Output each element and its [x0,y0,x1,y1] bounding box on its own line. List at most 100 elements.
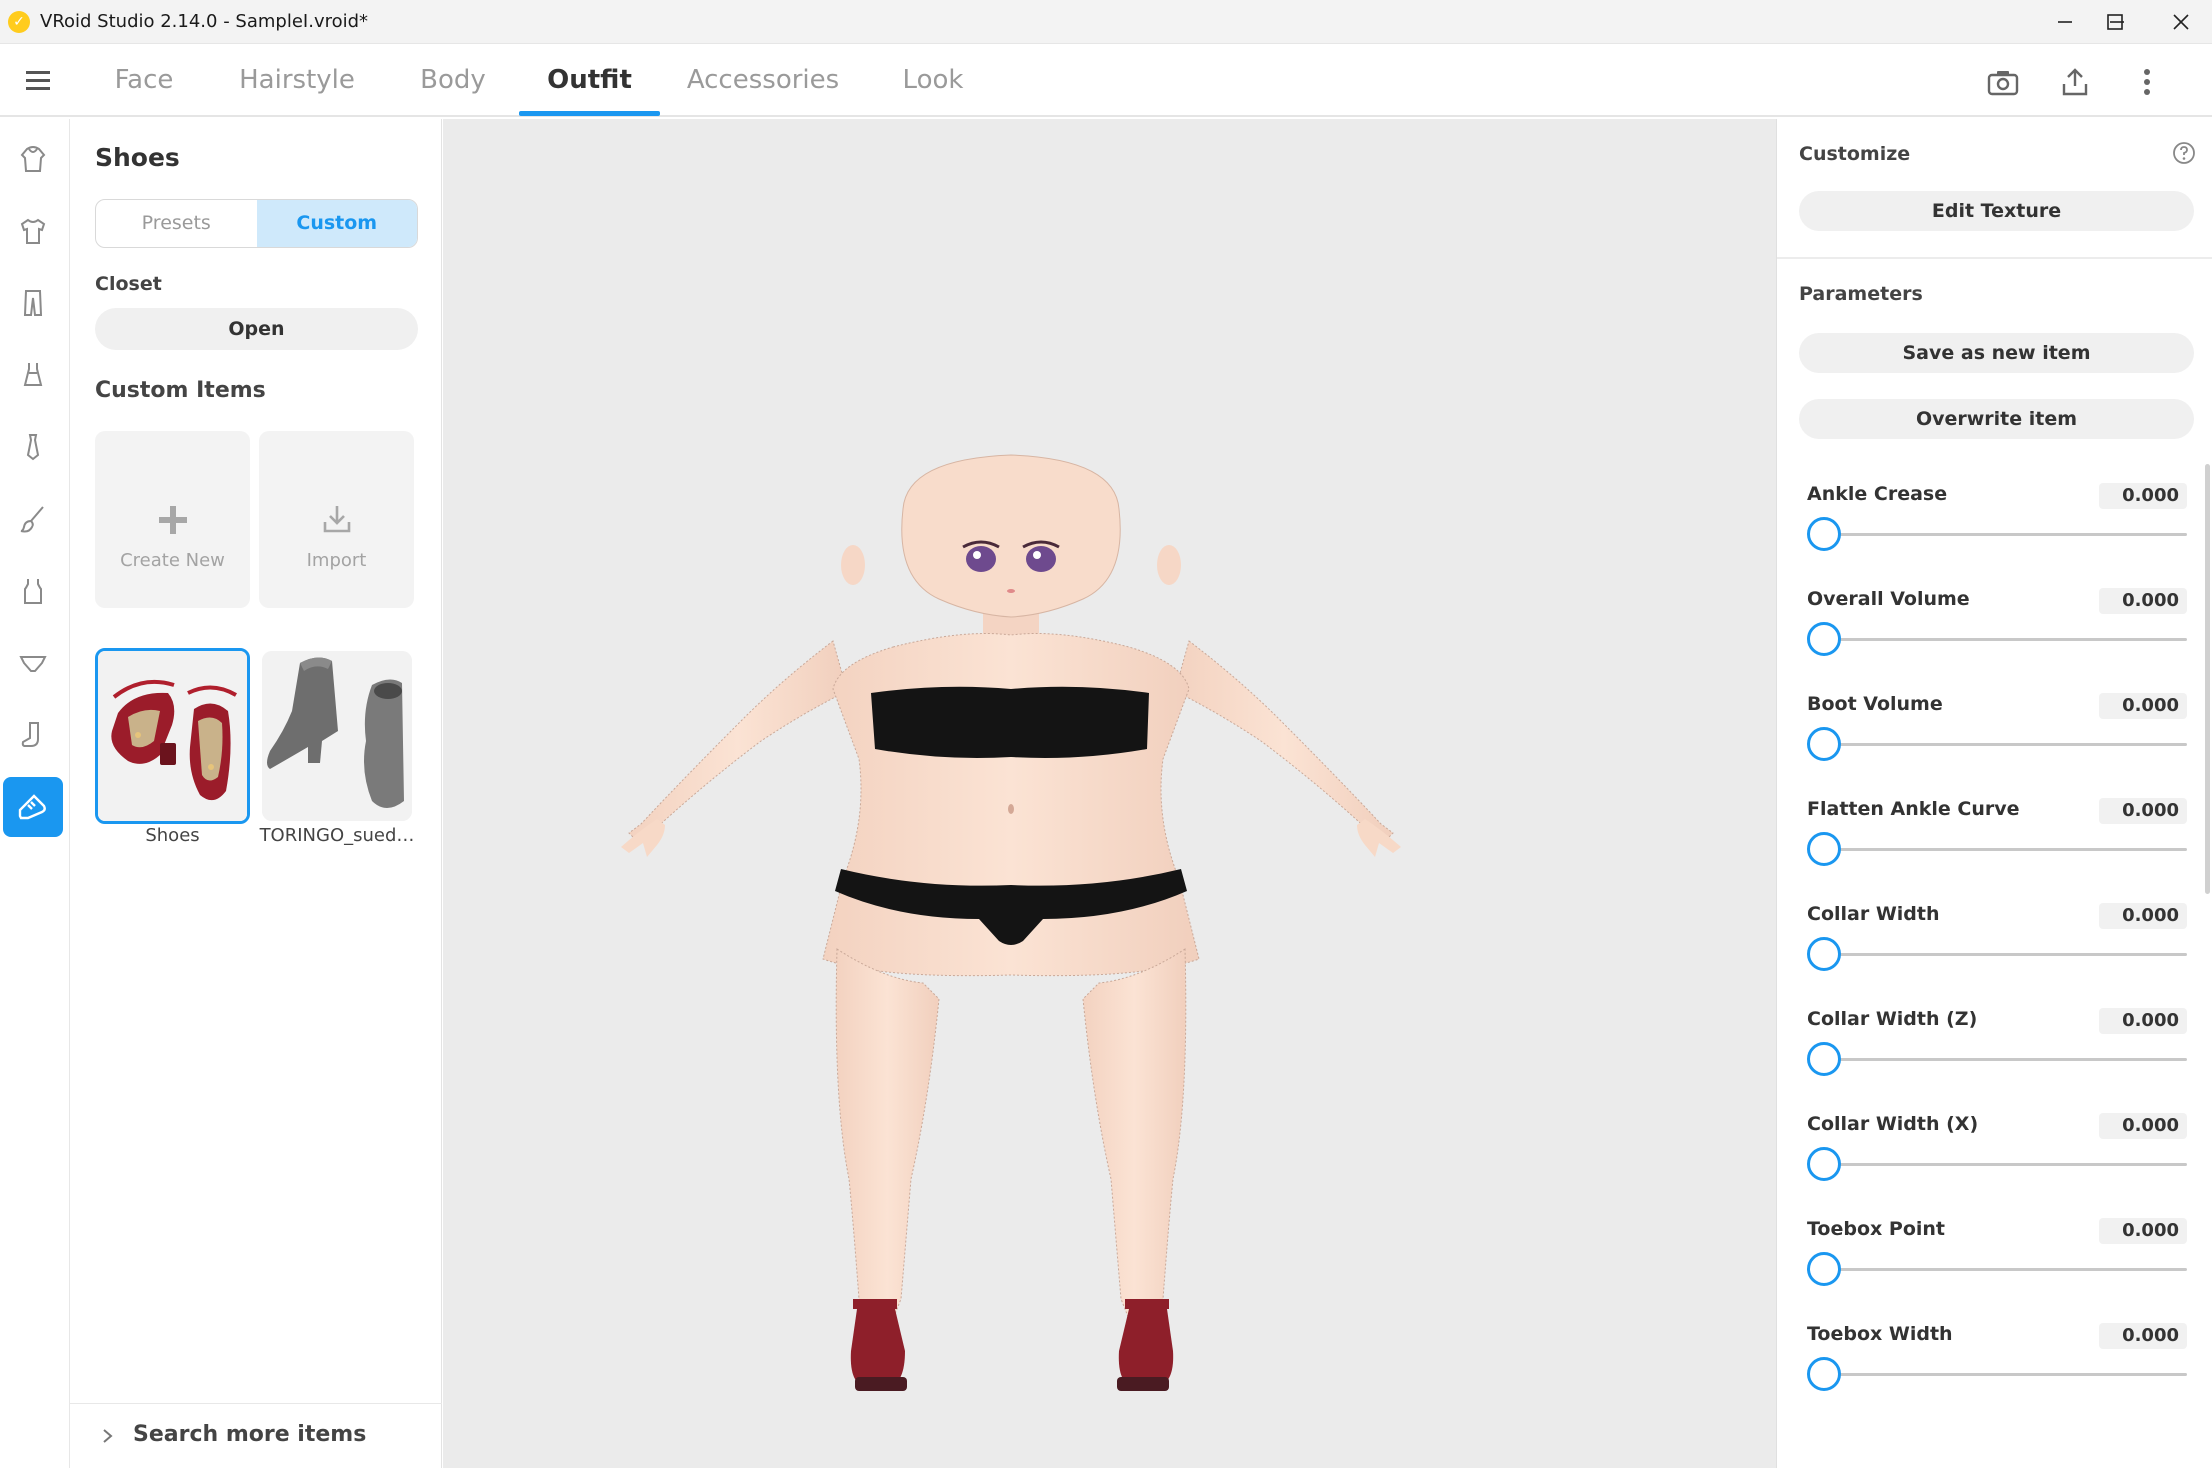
model-viewport[interactable] [443,119,1776,1468]
tshirt-icon[interactable] [3,201,63,261]
tab-look[interactable]: Look [890,44,976,117]
param-value-field[interactable]: 0.000 [2099,693,2187,719]
slider-track[interactable] [1811,1058,2187,1061]
param-value-field[interactable]: 0.000 [2099,1323,2187,1349]
grey-boot-right-image [364,679,404,808]
slider-track[interactable] [1811,1163,2187,1166]
tie-icon[interactable] [3,417,63,477]
slider-knob[interactable] [1807,1147,1841,1181]
tab-face[interactable]: Face [100,44,188,117]
slider-knob[interactable] [1807,1357,1841,1391]
param-label: Boot Volume [1807,693,1943,715]
shoes-panel: Shoes Presets Custom Closet Open Custom … [70,119,442,1468]
camera-icon[interactable] [1981,60,2025,104]
brush-icon[interactable] [3,489,63,549]
param-value-field[interactable]: 0.000 [2099,588,2187,614]
title-bar: ✓ VRoid Studio 2.14.0 - SampleI.vroid* [0,0,2212,44]
avatar-model [621,454,1401,1391]
slider-knob[interactable] [1807,622,1841,656]
slider-knob[interactable] [1807,727,1841,761]
plus-icon [95,501,250,541]
presets-tab[interactable]: Presets [96,200,257,247]
hamburger-menu-icon[interactable] [22,68,56,94]
closet-open-button[interactable]: Open [95,308,418,350]
import-icon [259,501,414,541]
panel-divider [1777,257,2212,259]
close-button[interactable] [2150,0,2212,44]
slider-track[interactable] [1811,533,2187,536]
closet-label: Closet [95,273,162,295]
param-value-field[interactable]: 0.000 [2099,798,2187,824]
param-flatten-ankle-curve: Flatten Ankle Curve 0.000 [1807,798,2187,898]
param-label: Flatten Ankle Curve [1807,798,2020,820]
save-as-new-item-button[interactable]: Save as new item [1799,333,2194,373]
param-toebox-point: Toebox Point 0.000 [1807,1218,2187,1318]
param-label: Collar Width (Z) [1807,1008,1978,1030]
tab-outfit[interactable]: Outfit [519,44,660,117]
presets-custom-toggle: Presets Custom [95,199,418,248]
maximize-button[interactable] [2080,0,2150,44]
param-label: Collar Width [1807,903,1940,925]
param-label: Toebox Width [1807,1323,1953,1345]
custom-items-title: Custom Items [95,378,266,403]
toringo-item-label: TORINGO_sued… [259,825,415,846]
underwear-icon[interactable] [3,633,63,693]
customize-label: Customize [1799,143,1911,165]
overwrite-item-button[interactable]: Overwrite item [1799,399,2194,439]
import-button[interactable]: Import [259,431,414,608]
shoe-item-label: Shoes [145,825,200,846]
panel-title: Shoes [95,143,180,172]
export-icon[interactable] [2053,60,2097,104]
toringo-item-thumbnail[interactable] [262,651,412,821]
param-value-field[interactable]: 0.000 [2099,903,2187,929]
slider-track[interactable] [1811,1373,2187,1376]
slider-track[interactable] [1811,743,2187,746]
param-label: Overall Volume [1807,588,1970,610]
param-value-field[interactable]: 0.000 [2099,483,2187,509]
vroid-logo-icon: ✓ [8,11,30,33]
param-toebox-width: Toebox Width 0.000 [1807,1323,2187,1423]
param-collar-width-x: Collar Width (X) 0.000 [1807,1113,2187,1213]
param-collar-width: Collar Width 0.000 [1807,903,2187,1003]
hoodie-icon[interactable] [3,129,63,189]
help-icon[interactable] [2172,141,2196,169]
dress-icon[interactable] [3,345,63,405]
category-rail [0,119,70,1468]
param-label: Collar Width (X) [1807,1113,1979,1135]
param-value-field[interactable]: 0.000 [2099,1218,2187,1244]
slider-knob[interactable] [1807,1042,1841,1076]
create-new-button[interactable]: Create New [95,431,250,608]
active-tab-indicator [519,111,660,116]
param-value-field[interactable]: 0.000 [2099,1113,2187,1139]
slider-track[interactable] [1811,1268,2187,1271]
tank-top-icon[interactable] [3,561,63,621]
tab-body[interactable]: Body [408,44,498,117]
slider-knob[interactable] [1807,832,1841,866]
panel-scrollbar[interactable] [2205,464,2210,894]
slider-knob[interactable] [1807,1252,1841,1286]
custom-tab[interactable]: Custom [256,200,417,247]
shoe-icon[interactable] [3,777,63,837]
tab-hairstyle[interactable]: Hairstyle [232,44,362,117]
avatar-shoes [850,1299,1174,1391]
param-overall-volume: Overall Volume 0.000 [1807,588,2187,688]
slider-track[interactable] [1811,953,2187,956]
pants-icon[interactable] [3,273,63,333]
slider-knob[interactable] [1807,937,1841,971]
sock-icon[interactable] [3,705,63,765]
create-new-label: Create New [120,550,225,571]
param-ankle-crease: Ankle Crease 0.000 [1807,483,2187,583]
slider-knob[interactable] [1807,517,1841,551]
parameters-label: Parameters [1799,283,1923,305]
search-more-items[interactable]: Search more items [70,1403,442,1468]
more-vert-icon[interactable] [2125,60,2169,104]
param-label: Toebox Point [1807,1218,1946,1240]
param-label: Ankle Crease [1807,483,1948,505]
window-title: VRoid Studio 2.14.0 - SampleI.vroid* [40,11,369,32]
param-value-field[interactable]: 0.000 [2099,1008,2187,1034]
slider-track[interactable] [1811,638,2187,641]
shoe-item-thumbnail[interactable] [95,648,250,824]
tab-accessories[interactable]: Accessories [683,44,843,117]
edit-texture-button[interactable]: Edit Texture [1799,191,2194,231]
slider-track[interactable] [1811,848,2187,851]
